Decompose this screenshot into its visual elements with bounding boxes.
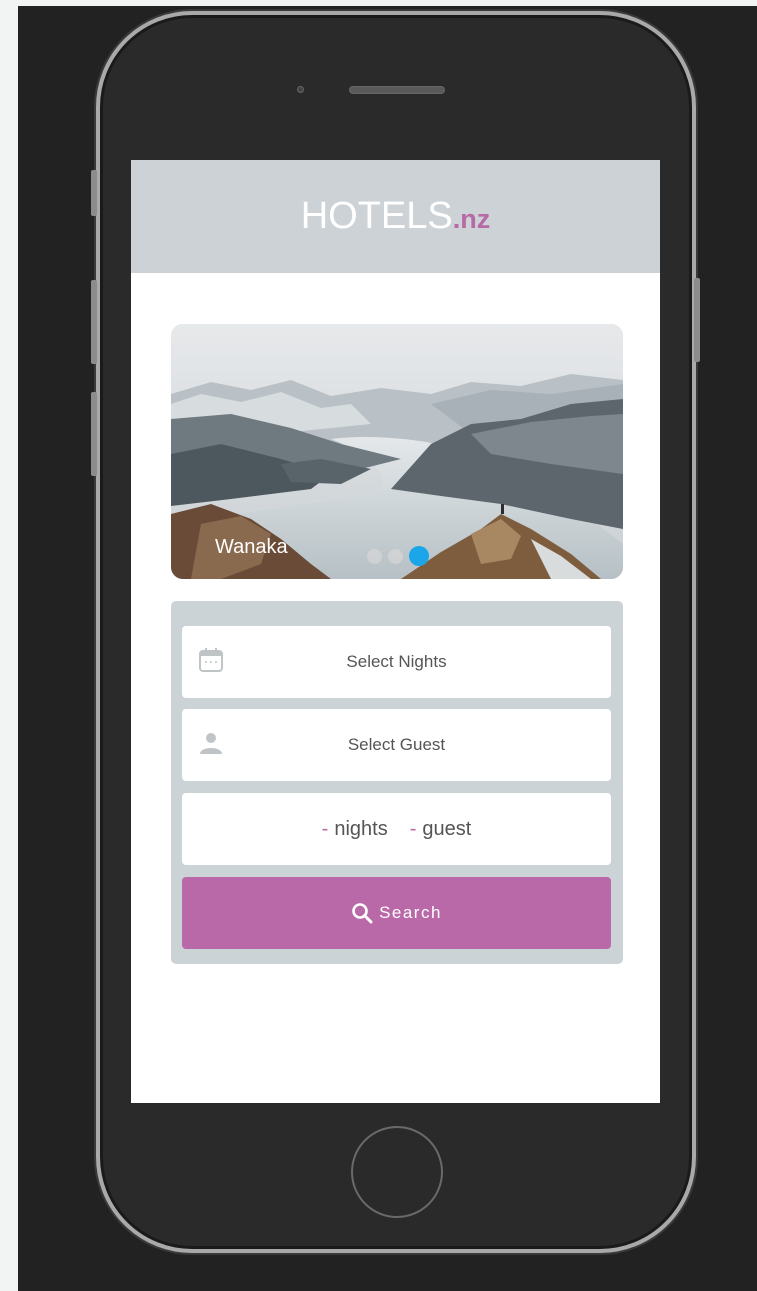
carousel-dot-1[interactable]: [367, 548, 382, 564]
volume-up-button: [91, 280, 97, 364]
home-button: [351, 1126, 443, 1218]
select-guest-label: Select Guest: [347, 735, 446, 754]
carousel-dot-3-active[interactable]: [409, 546, 429, 566]
front-camera: [297, 86, 304, 93]
calendar-icon: [198, 647, 224, 677]
volume-down-button: [91, 392, 97, 476]
hero-location-label: Wanaka: [215, 536, 288, 558]
summary-text: - nights - guest: [322, 818, 472, 841]
selection-summary: - nights - guest: [182, 793, 611, 865]
search-button[interactable]: Search: [182, 877, 611, 949]
carousel-dot-2[interactable]: [388, 548, 403, 564]
logo-main: HOTELS: [300, 195, 453, 237]
nights-unit: nights: [334, 817, 388, 840]
carousel-pagination: [367, 546, 429, 566]
logo-tld: .nz: [452, 204, 491, 234]
select-nights-label: Select Nights: [346, 652, 447, 671]
app-header: HOTELS.nz: [131, 160, 660, 273]
search-icon: [352, 903, 373, 924]
select-guest-field[interactable]: Select Guest: [182, 709, 611, 781]
nights-count: -: [321, 817, 329, 840]
hero-carousel[interactable]: Wanaka: [171, 324, 623, 579]
mute-switch: [91, 170, 97, 216]
earpiece-speaker: [349, 86, 445, 94]
power-button: [694, 278, 700, 362]
search-button-label: Search: [379, 903, 442, 922]
select-nights-field[interactable]: Select Nights: [182, 626, 611, 698]
guest-unit: guest: [422, 817, 472, 840]
app-screen: HOTELS.nz Wanaka Select Nights Select Gu…: [131, 160, 660, 1103]
person-icon: [198, 730, 224, 760]
guest-count: -: [409, 817, 417, 840]
brand-logo[interactable]: HOTELS.nz: [301, 195, 491, 238]
booking-form: Select Nights Select Guest - nights - guest…: [171, 601, 623, 964]
